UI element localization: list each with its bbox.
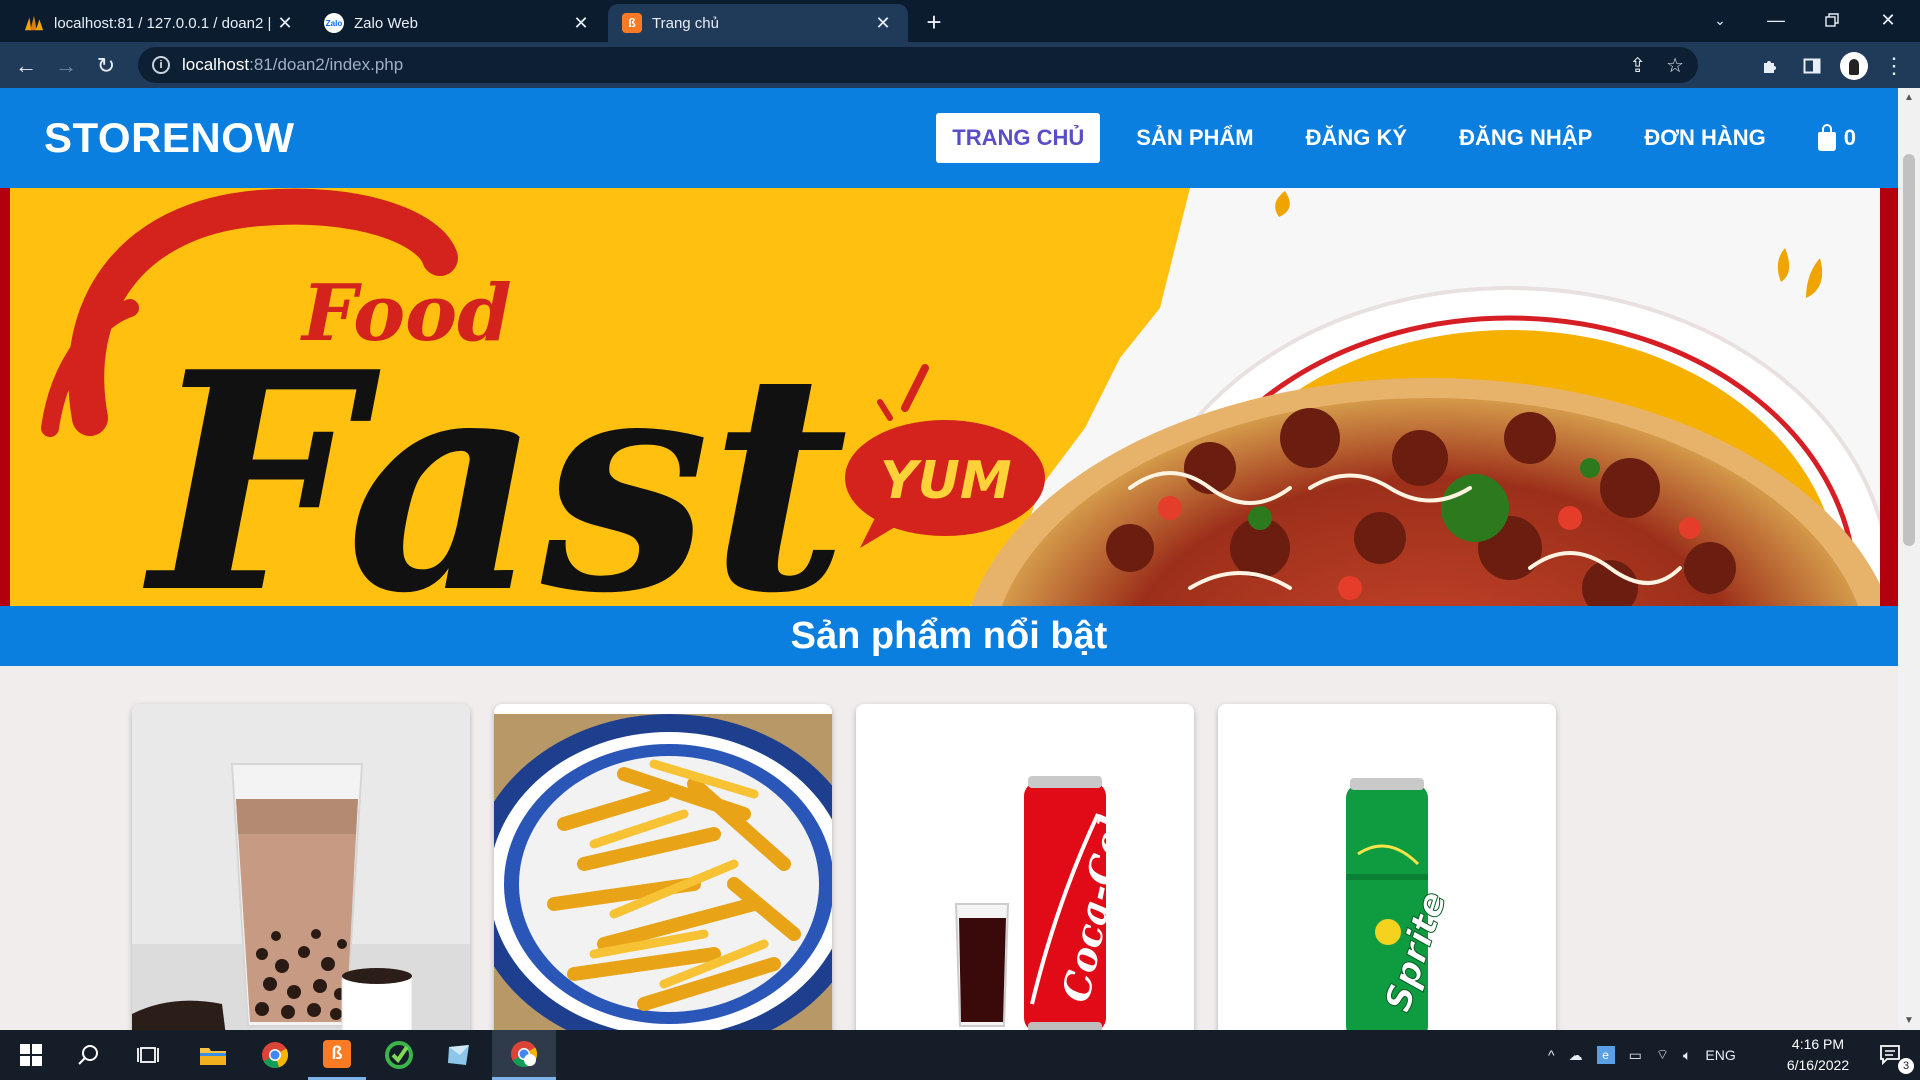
tab-search-icon[interactable]: ⌄ <box>1692 0 1748 40</box>
notification-count-badge: 3 <box>1898 1058 1914 1074</box>
tray-chevron-up-icon[interactable]: ^ <box>1548 1047 1555 1063</box>
product-card[interactable] <box>132 704 470 1030</box>
xampp-icon: ß <box>622 13 642 33</box>
bubble-milk-tea-image <box>132 704 470 1030</box>
tab-trang-chu[interactable]: ß Trang chủ ✕ <box>608 4 908 42</box>
zalo-icon: Zalo <box>324 13 344 33</box>
browser-tab-bar: localhost:81 / 127.0.0.1 / doan2 | ✕ Zal… <box>0 0 1920 42</box>
site-info-icon[interactable]: i <box>152 56 170 74</box>
battery-icon[interactable]: ▭ <box>1629 1047 1642 1064</box>
product-card[interactable]: Sprite <box>1218 704 1556 1030</box>
banner-edge-right <box>1880 188 1898 606</box>
product-grid: Coca-Cola Sprite <box>132 704 1556 1030</box>
shopping-bag-icon <box>1817 123 1836 151</box>
tab-title: localhost:81 / 127.0.0.1 / doan2 | <box>54 14 272 32</box>
clock-date: 6/16/2022 <box>1786 1057 1850 1073</box>
site-logo[interactable]: STORENOW <box>44 114 295 162</box>
close-window-button[interactable]: ✕ <box>1860 0 1916 40</box>
nav-don-hang[interactable]: ĐƠN HÀNG <box>1628 113 1781 163</box>
nav-san-pham[interactable]: SẢN PHẨM <box>1120 113 1269 163</box>
site-header: STORENOW TRANG CHỦ SẢN PHẨM ĐĂNG KÝ ĐĂNG… <box>0 88 1898 188</box>
share-icon[interactable]: ⇪ <box>1629 53 1646 78</box>
nav-dang-ky[interactable]: ĐĂNG KÝ <box>1290 113 1423 163</box>
scroll-up-arrow-icon[interactable]: ▲ <box>1904 92 1914 103</box>
app-e-icon[interactable]: e <box>1596 1046 1615 1064</box>
cart-count: 0 <box>1843 125 1856 150</box>
banner-yum-text: YUM <box>880 451 1012 511</box>
file-explorer-icon[interactable] <box>184 1030 242 1080</box>
language-indicator[interactable]: ENG <box>1705 1047 1735 1063</box>
clock-time: 4:16 PM <box>1791 1036 1845 1052</box>
windows-start-icon[interactable] <box>2 1030 60 1080</box>
task-view-icon[interactable] <box>120 1030 178 1080</box>
back-arrow-icon[interactable]: ← <box>8 48 44 84</box>
onedrive-icon[interactable]: ☁ <box>1569 1047 1583 1064</box>
page-viewport: STORENOW TRANG CHỦ SẢN PHẨM ĐĂNG KÝ ĐĂNG… <box>0 88 1898 1030</box>
scrollbar-thumb[interactable] <box>1903 154 1915 546</box>
app-green-icon[interactable] <box>370 1030 428 1080</box>
bookmark-star-icon[interactable]: ☆ <box>1666 53 1684 78</box>
product-card[interactable] <box>494 704 832 1030</box>
address-bar[interactable]: i localhost:81/doan2/index.php ⇪ ☆ <box>138 47 1698 83</box>
system-tray: ^ ☁ e ▭ ⌔ 🔈︎ ENG <box>1548 1030 1736 1080</box>
profile-avatar[interactable] <box>1836 48 1872 84</box>
url-host: localhost <box>182 55 250 74</box>
close-icon[interactable]: ✕ <box>872 12 894 34</box>
product-card[interactable]: Coca-Cola <box>856 704 1194 1030</box>
nav-trang-chu[interactable]: TRANG CHỦ <box>936 113 1101 163</box>
nav-dang-nhap[interactable]: ĐĂNG NHẬP <box>1443 113 1608 163</box>
page-scrollbar[interactable]: ▲ ▼ <box>1898 88 1920 1030</box>
wifi-icon[interactable]: ⌔ <box>1656 1046 1669 1064</box>
french-fries-image <box>494 704 832 1030</box>
tab-zalo[interactable]: Zalo Zalo Web ✕ <box>310 4 606 42</box>
browser-toolbar: ← → ↻ i localhost:81/doan2/index.php ⇪ ☆… <box>0 42 1920 88</box>
tab-title: Trang chủ <box>652 14 719 32</box>
app-blue-icon[interactable] <box>430 1030 488 1080</box>
side-panel-icon[interactable] <box>1794 48 1830 84</box>
new-tab-button[interactable]: + <box>918 7 950 37</box>
tab-phpmyadmin[interactable]: localhost:81 / 127.0.0.1 / doan2 | ✕ <box>10 4 310 42</box>
taskbar-clock[interactable]: 4:16 PM 6/16/2022 <box>1770 1034 1866 1076</box>
close-icon[interactable]: ✕ <box>570 12 592 34</box>
tab-title: Zalo Web <box>354 14 418 32</box>
volume-icon[interactable]: 🔈︎ <box>1683 1047 1691 1064</box>
kebab-menu-icon[interactable]: ⋮ <box>1876 48 1912 84</box>
scroll-down-arrow-icon[interactable]: ▼ <box>1904 1015 1914 1026</box>
featured-products-heading: Sản phẩm nổi bật <box>0 606 1898 666</box>
phpmyadmin-icon <box>24 13 44 33</box>
extensions-puzzle-icon[interactable] <box>1752 48 1788 84</box>
xampp-icon[interactable]: ß <box>308 1030 366 1080</box>
url-path: :81/doan2/index.php <box>249 55 404 74</box>
banner-fast-text: Fast <box>141 306 849 606</box>
restore-button[interactable] <box>1804 0 1860 40</box>
coca-cola-can-image: Coca-Cola <box>856 704 1194 1030</box>
banner-edge-left <box>0 188 10 606</box>
fast-food-banner-image: Food Fast YUM <box>10 188 1880 606</box>
close-icon[interactable]: ✕ <box>274 12 296 34</box>
forward-arrow-icon[interactable]: → <box>48 48 84 84</box>
chrome-active-icon[interactable] <box>492 1030 556 1080</box>
cart-button[interactable]: 0 <box>1802 113 1872 163</box>
notification-center-icon[interactable]: 3 <box>1862 1030 1920 1080</box>
windows-taskbar: ß ^ ☁ e ▭ ⌔ 🔈︎ ENG 4:16 PM 6/16/2022 3 <box>0 1030 1920 1080</box>
reload-icon[interactable]: ↻ <box>88 48 124 84</box>
minimize-button[interactable]: — <box>1748 0 1804 40</box>
search-icon[interactable] <box>60 1030 118 1080</box>
sprite-can-image: Sprite <box>1218 704 1556 1030</box>
main-nav: TRANG CHỦ SẢN PHẨM ĐĂNG KÝ ĐĂNG NHẬP ĐƠN… <box>916 113 1872 163</box>
chrome-icon[interactable] <box>246 1030 304 1080</box>
hero-banner: Food Fast YUM <box>10 188 1880 606</box>
